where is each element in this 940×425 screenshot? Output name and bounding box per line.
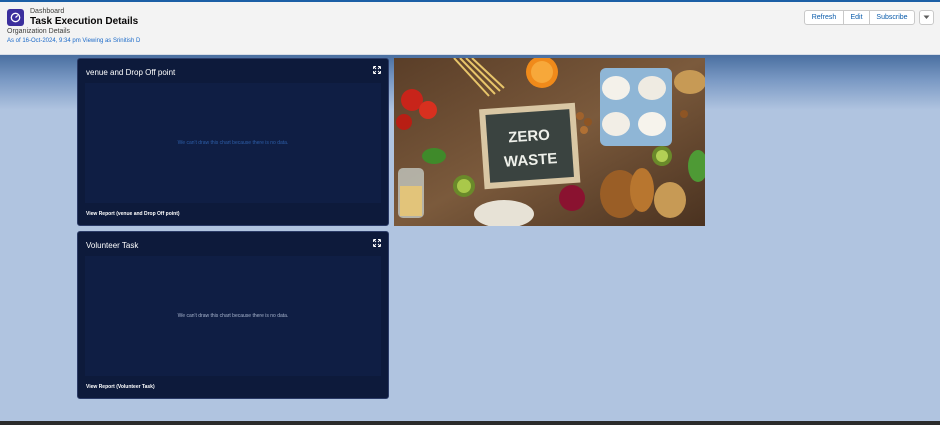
zero-waste-image: ZERO WASTE: [394, 58, 705, 226]
sign-text-line1: ZERO: [508, 127, 551, 147]
no-data-message: We can't draw this chart because there i…: [177, 313, 289, 319]
more-actions-button[interactable]: [919, 10, 934, 25]
dashboard-gauge-icon: [7, 9, 24, 26]
no-data-message: We can't draw this chart because there i…: [177, 140, 289, 146]
page-title: Task Execution Details: [30, 16, 139, 27]
refresh-button[interactable]: Refresh: [804, 10, 844, 25]
widget-title: venue and Drop Off point: [86, 68, 176, 77]
edit-button[interactable]: Edit: [843, 10, 870, 25]
chart-area: We can't draw this chart because there i…: [85, 256, 381, 376]
chart-area: We can't draw this chart because there i…: [85, 83, 381, 203]
subscribe-button[interactable]: Subscribe: [869, 10, 915, 25]
view-report-link[interactable]: View Report (venue and Drop Off point): [86, 211, 180, 217]
object-type-label: Dashboard: [30, 8, 65, 15]
page-subtitle: Organization Details: [7, 28, 71, 35]
as-of-timestamp: As of 16-Oct-2024, 9:34 pm Viewing as Sr…: [7, 38, 141, 44]
dashboard-header: Dashboard Task Execution Details Organiz…: [0, 2, 940, 55]
header-actions: Refresh Edit Subscribe: [804, 10, 934, 25]
chevron-down-icon: [923, 15, 930, 20]
chart-widget-venue-drop-off: venue and Drop Off point We can't draw t…: [77, 58, 389, 226]
expand-icon[interactable]: [373, 239, 381, 247]
chart-widget-volunteer-task: Volunteer Task We can't draw this chart …: [77, 231, 389, 399]
bottom-edge-bar: [0, 421, 940, 425]
expand-icon[interactable]: [373, 66, 381, 74]
view-report-link[interactable]: View Report (Volunteer Task): [86, 384, 155, 390]
widget-title: Volunteer Task: [86, 241, 139, 250]
